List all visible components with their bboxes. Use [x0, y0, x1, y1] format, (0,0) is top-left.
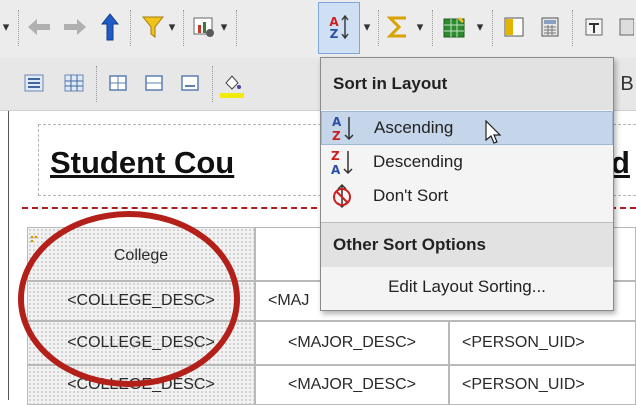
report-title[interactable]: Student Cou	[50, 145, 234, 181]
toolbar-separator	[130, 10, 131, 46]
border-icon-3[interactable]	[176, 70, 204, 96]
filter-icon[interactable]	[140, 12, 166, 42]
toolbar-separator	[572, 10, 573, 46]
toolbar-separator	[432, 10, 433, 46]
no-sort-icon	[321, 183, 363, 209]
spreadsheet-icon[interactable]	[440, 12, 470, 42]
extra-icon[interactable]	[616, 12, 636, 42]
border-icon[interactable]	[104, 70, 132, 96]
person-uid-cell[interactable]: <PERSON_UID>	[449, 321, 636, 365]
calculator-icon[interactable]	[536, 12, 564, 42]
cell-text: <MAJOR_DESC>	[287, 334, 417, 351]
sort-dropdown[interactable]: ▾	[361, 12, 373, 42]
menu-item-ascending[interactable]: A Z Ascending	[321, 111, 613, 145]
menu-item-edit-layout-sorting[interactable]: Edit Layout Sorting...	[321, 270, 613, 304]
menu-item-label: Ascending	[374, 118, 454, 137]
filter-dropdown[interactable]: ▾	[166, 12, 178, 42]
toolbar-separator	[212, 66, 213, 102]
sum-icon[interactable]	[384, 12, 412, 42]
toolbar-separator	[236, 10, 237, 46]
panel-icon[interactable]	[500, 12, 528, 42]
toolbar-overflow-dropdown[interactable]: ▾	[0, 12, 12, 42]
text-icon[interactable]	[580, 12, 608, 42]
sort-dropdown-menu: Sort in Layout A Z Ascending Z A Descend…	[320, 57, 614, 311]
menu-section-other-sort-options: Other Sort Options	[321, 223, 613, 267]
toolbar-separator	[492, 10, 493, 46]
fill-color-bar	[220, 92, 244, 98]
canvas-left-border	[8, 111, 9, 400]
cell-text: <PERSON_UID>	[462, 376, 585, 393]
grid-icon[interactable]	[60, 70, 88, 96]
cell-text: <COLLEGE_DESC>	[67, 334, 215, 351]
cell-text: <PERSON_UID>	[462, 334, 585, 351]
border-icon-2[interactable]	[140, 70, 168, 96]
chart-dropdown[interactable]: ▾	[218, 12, 230, 42]
chart-icon[interactable]	[190, 12, 218, 42]
fill-color-icon[interactable]	[218, 68, 246, 102]
toolbar-separator	[96, 66, 97, 102]
sum-dropdown[interactable]: ▾	[414, 12, 426, 42]
menu-item-label: Edit Layout Sorting...	[388, 277, 546, 296]
person-uid-cell[interactable]: <PERSON_UID>	[449, 365, 636, 405]
letter-z: Z	[332, 129, 341, 142]
menu-section-sort-in-layout: Sort in Layout	[321, 58, 613, 110]
menu-item-label: Descending	[373, 152, 463, 171]
letter-a: A	[332, 115, 342, 129]
back-arrow-icon[interactable]	[24, 12, 54, 42]
menu-item-label: Don't Sort	[373, 186, 449, 205]
resize-handle[interactable]	[30, 230, 38, 243]
mouse-cursor-icon	[485, 120, 502, 144]
toolbar-separator	[183, 10, 184, 46]
menu-item-descending[interactable]: Z A Descending	[321, 145, 613, 179]
menu-item-dont-sort[interactable]: Don't Sort	[321, 179, 613, 213]
college-header-label: College	[113, 247, 169, 264]
up-arrow-icon[interactable]	[97, 10, 123, 44]
college-desc-cell[interactable]: <COLLEGE_DESC>	[27, 321, 255, 365]
college-desc-cell[interactable]: <COLLEGE_DESC>	[27, 281, 255, 321]
sort-ascending-icon: A Z	[322, 114, 364, 142]
forward-arrow-icon[interactable]	[60, 12, 90, 42]
cell-text: <COLLEGE_DESC>	[67, 292, 215, 309]
major-desc-cell[interactable]: <MAJOR_DESC>	[255, 365, 449, 405]
toolbar-separator	[18, 10, 19, 46]
college-header-cell[interactable]: College	[27, 227, 255, 281]
sort-descending-icon: Z A	[321, 148, 363, 176]
spreadsheet-dropdown[interactable]: ▾	[474, 12, 486, 42]
sort-arrows-icon	[340, 12, 350, 42]
major-desc-cell[interactable]: <MAJOR_DESC>	[255, 321, 449, 365]
toolbar-separator	[378, 10, 379, 46]
college-desc-cell[interactable]: <COLLEGE_DESC>	[27, 365, 255, 405]
cell-text: <COLLEGE_DESC>	[67, 376, 215, 393]
letter-z: Z	[331, 149, 340, 163]
cell-text: <MAJ	[268, 292, 310, 309]
align-icon[interactable]	[20, 70, 48, 96]
format-overflow[interactable]: B	[618, 70, 636, 98]
letter-a: A	[331, 163, 341, 176]
cell-text: <MAJOR_DESC>	[287, 376, 417, 393]
main-toolbar: ▾ ▾ ▾ A Z ▾ ▾ ▾	[0, 0, 636, 59]
